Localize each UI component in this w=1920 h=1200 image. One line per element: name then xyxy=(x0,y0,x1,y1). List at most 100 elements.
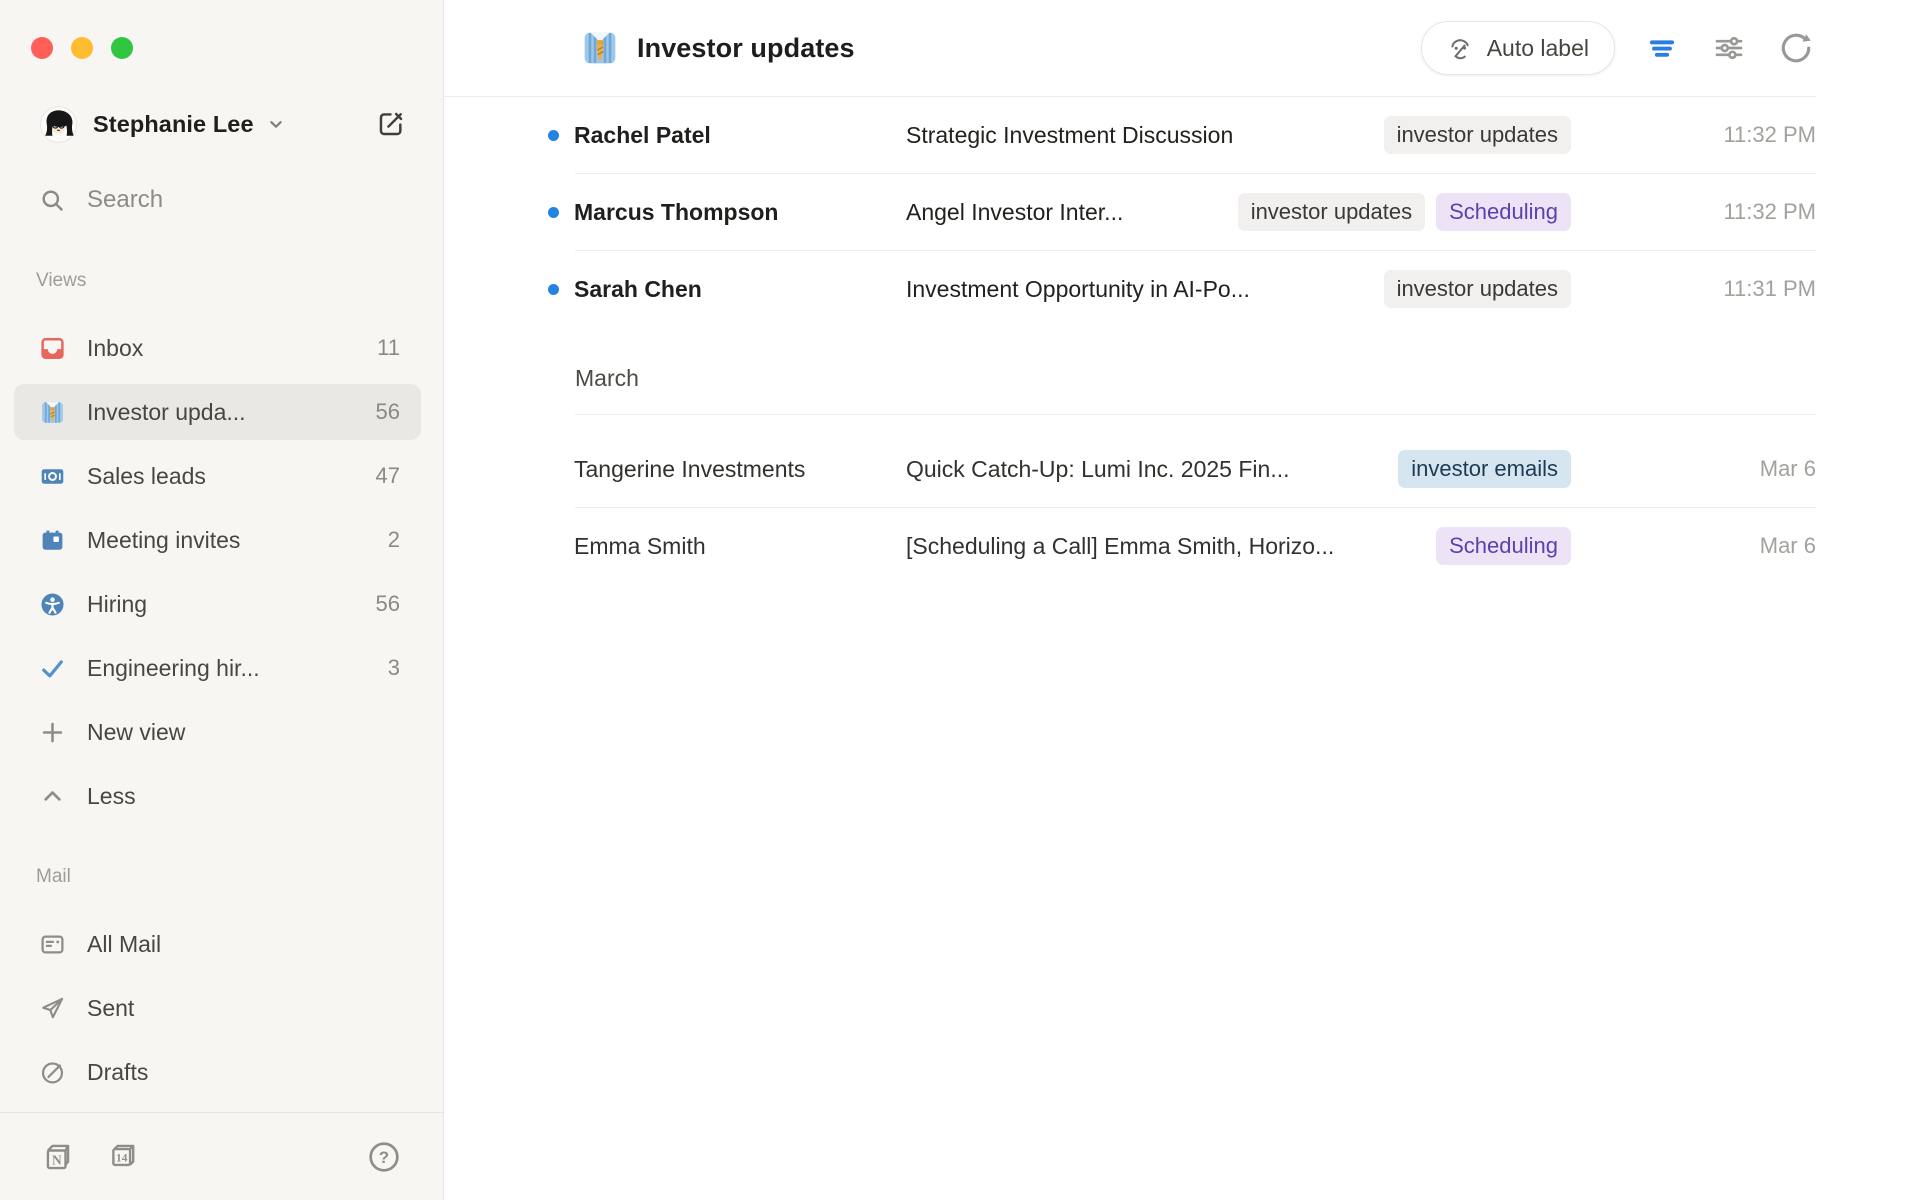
filter-icon[interactable] xyxy=(1642,28,1682,68)
email-label[interactable]: Scheduling xyxy=(1436,193,1571,231)
notion-calendar-icon[interactable]: 14 xyxy=(106,1140,140,1174)
sidebar-item-label: Engineering hir... xyxy=(87,655,388,682)
email-time: 11:32 PM xyxy=(1571,199,1816,225)
email-row[interactable]: Sarah Chen Investment Opportunity in AI-… xyxy=(444,251,1816,327)
main-content: Investor updates Auto label xyxy=(444,0,1920,1200)
views-list: Inbox 11 Investor upda... 56 xyxy=(0,320,443,832)
sidebar-footer: N 14 ? xyxy=(0,1112,443,1200)
svg-text:?: ? xyxy=(379,1148,389,1167)
search-input[interactable]: Search xyxy=(0,172,443,228)
send-icon xyxy=(39,995,66,1022)
chevron-up-icon xyxy=(39,783,66,810)
sidebar-item-count: 47 xyxy=(376,463,400,489)
unread-dot xyxy=(548,284,559,295)
window-controls xyxy=(31,37,133,59)
necktie-icon xyxy=(580,28,620,68)
user-name: Stephanie Lee xyxy=(93,111,254,138)
email-subject: Angel Investor Inter... xyxy=(906,199,1123,226)
view-header: Investor updates Auto label xyxy=(444,0,1920,96)
mail-list: All Mail Sent Drafts xyxy=(0,916,443,1108)
sidebar-item-label: Inbox xyxy=(87,335,377,362)
email-label[interactable]: investor updates xyxy=(1384,270,1571,308)
email-subject: Investment Opportunity in AI-Po... xyxy=(906,276,1250,303)
sidebar-item-investor-updates[interactable]: Investor upda... 56 xyxy=(14,384,421,440)
sidebar-item-drafts[interactable]: Drafts xyxy=(14,1044,421,1100)
sidebar-item-hiring[interactable]: Hiring 56 xyxy=(14,576,421,632)
sidebar-item-label: Investor upda... xyxy=(87,399,376,426)
sidebar-item-less[interactable]: Less xyxy=(14,768,421,824)
search-icon xyxy=(39,187,66,214)
email-label[interactable]: investor emails xyxy=(1398,450,1571,488)
unread-dot xyxy=(548,207,559,218)
sidebar-item-label: Sales leads xyxy=(87,463,376,490)
money-icon xyxy=(39,463,66,490)
email-time: Mar 6 xyxy=(1571,533,1816,559)
page-title: Investor updates xyxy=(637,33,855,64)
sidebar-item-count: 11 xyxy=(377,335,400,361)
unread-dot xyxy=(548,130,559,141)
email-label[interactable]: investor updates xyxy=(1384,116,1571,154)
svg-text:14: 14 xyxy=(116,1152,128,1164)
email-subject: Strategic Investment Discussion xyxy=(906,122,1233,149)
inbox-icon xyxy=(39,335,66,362)
auto-label-button[interactable]: Auto label xyxy=(1421,21,1615,75)
sidebar: Stephanie Lee Search Views Inbox xyxy=(0,0,444,1200)
necktie-icon xyxy=(39,399,66,426)
sidebar-item-label: All Mail xyxy=(87,931,400,958)
search-placeholder: Search xyxy=(87,186,163,214)
check-icon xyxy=(39,655,66,682)
sidebar-item-label: Sent xyxy=(87,995,400,1022)
close-window-button[interactable] xyxy=(31,37,53,59)
email-sender: Emma Smith xyxy=(574,533,906,560)
avatar xyxy=(40,106,77,143)
minimize-window-button[interactable] xyxy=(71,37,93,59)
notion-icon[interactable]: N xyxy=(40,1140,74,1174)
mail-section-label: Mail xyxy=(36,866,443,888)
email-row[interactable]: Emma Smith [Scheduling a Call] Emma Smit… xyxy=(444,508,1816,584)
zoom-window-button[interactable] xyxy=(111,37,133,59)
chevron-down-icon[interactable] xyxy=(265,113,287,135)
sidebar-item-label: New view xyxy=(87,719,400,746)
email-time: 11:32 PM xyxy=(1571,122,1816,148)
sidebar-item-all-mail[interactable]: All Mail xyxy=(14,916,421,972)
sidebar-item-sales-leads[interactable]: Sales leads 47 xyxy=(14,448,421,504)
sidebar-item-count: 56 xyxy=(376,591,400,617)
sidebar-item-label: Drafts xyxy=(87,1059,400,1086)
svg-text:N: N xyxy=(52,1152,62,1167)
group-header: March xyxy=(444,327,1816,414)
email-subject: Quick Catch-Up: Lumi Inc. 2025 Fin... xyxy=(906,456,1290,483)
email-sender: Marcus Thompson xyxy=(574,199,906,226)
sidebar-item-new-view[interactable]: New view xyxy=(14,704,421,760)
sidebar-item-label: Less xyxy=(87,783,400,810)
auto-label-button-label: Auto label xyxy=(1487,35,1589,62)
email-row[interactable]: Rachel Patel Strategic Investment Discus… xyxy=(444,97,1816,173)
help-icon[interactable]: ? xyxy=(367,1140,401,1174)
email-time: Mar 6 xyxy=(1571,456,1816,482)
sidebar-item-meeting-invites[interactable]: Meeting invites 2 xyxy=(14,512,421,568)
all-mail-icon xyxy=(39,931,66,958)
email-list: Rachel Patel Strategic Investment Discus… xyxy=(444,97,1920,584)
compose-icon[interactable] xyxy=(377,110,405,138)
email-label[interactable]: Scheduling xyxy=(1436,527,1571,565)
display-settings-icon[interactable] xyxy=(1709,28,1749,68)
views-section-label: Views xyxy=(36,270,443,292)
email-row[interactable]: Tangerine Investments Quick Catch-Up: Lu… xyxy=(444,431,1816,507)
sidebar-item-sent[interactable]: Sent xyxy=(14,980,421,1036)
auto-label-icon xyxy=(1447,35,1474,62)
sidebar-item-label: Meeting invites xyxy=(87,527,388,554)
person-icon xyxy=(39,591,66,618)
sidebar-item-count: 3 xyxy=(388,655,400,681)
plus-icon xyxy=(39,719,66,746)
email-label[interactable]: investor updates xyxy=(1238,193,1425,231)
sidebar-item-inbox[interactable]: Inbox 11 xyxy=(14,320,421,376)
email-sender: Rachel Patel xyxy=(574,122,906,149)
sidebar-item-engineering-hiring[interactable]: Engineering hir... 3 xyxy=(14,640,421,696)
drafts-icon xyxy=(39,1059,66,1086)
email-sender: Sarah Chen xyxy=(574,276,906,303)
account-switcher[interactable]: Stephanie Lee xyxy=(40,103,405,145)
refresh-icon[interactable] xyxy=(1776,28,1816,68)
email-time: 11:31 PM xyxy=(1571,276,1816,302)
calendar-icon xyxy=(39,527,66,554)
sidebar-item-label: Hiring xyxy=(87,591,376,618)
email-row[interactable]: Marcus Thompson Angel Investor Inter... … xyxy=(444,174,1816,250)
